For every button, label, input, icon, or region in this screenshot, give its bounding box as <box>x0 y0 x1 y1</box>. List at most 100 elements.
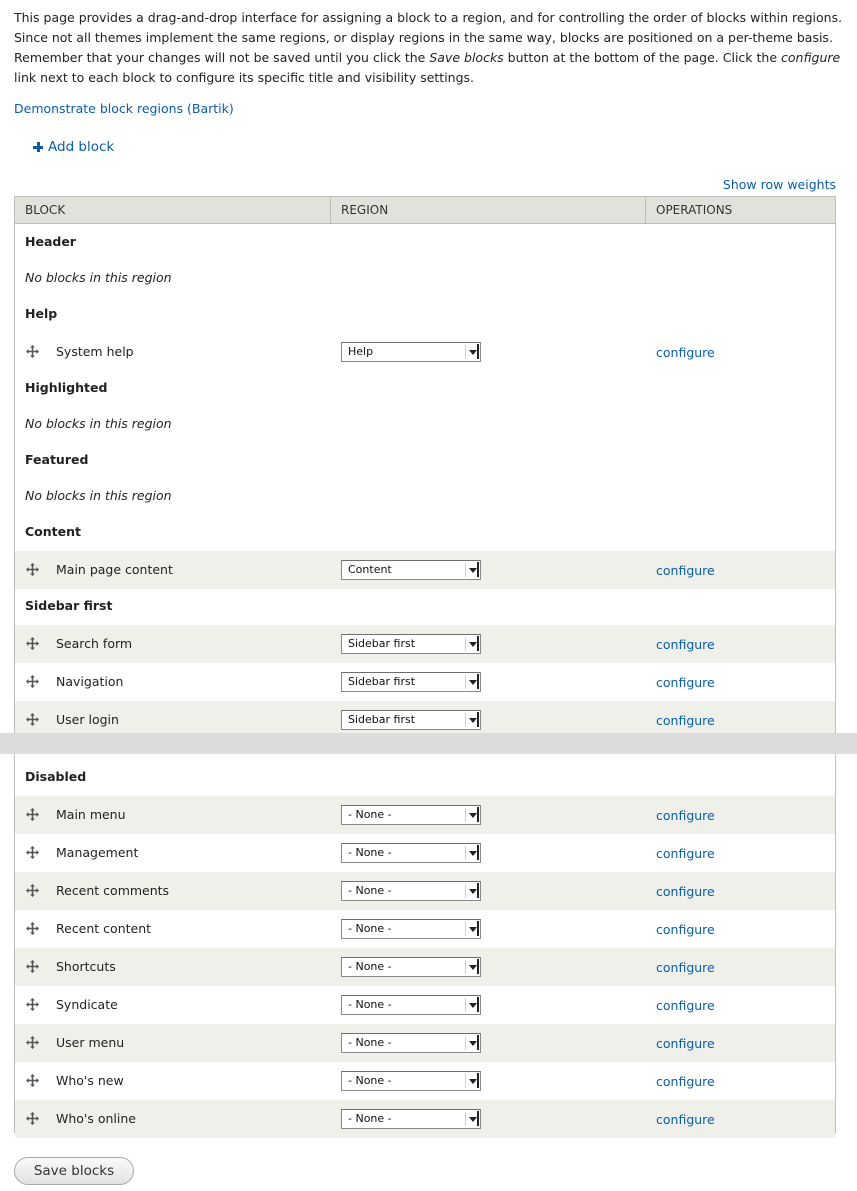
block-name: Recent content <box>56 921 152 936</box>
drag-handle-icon[interactable] <box>26 1074 39 1087</box>
configure-link[interactable]: configure <box>656 959 715 977</box>
region-title: Highlighted <box>25 380 108 395</box>
region-empty-message: No blocks in this region <box>25 270 172 285</box>
table-row: Main menu - None - configure <box>15 796 835 834</box>
table-row: Navigation Sidebar first configure <box>15 663 835 701</box>
region-select[interactable]: - None - <box>341 1071 481 1091</box>
region-select-value: Sidebar first <box>348 637 416 650</box>
region-empty-message: No blocks in this region <box>25 416 172 431</box>
block-name: Navigation <box>56 674 124 689</box>
drag-handle-icon[interactable] <box>26 998 39 1011</box>
plus-icon <box>33 142 43 152</box>
drag-handle-icon[interactable] <box>26 1036 39 1049</box>
region-select-value: Help <box>348 345 374 358</box>
add-block-link[interactable]: Add block <box>33 137 114 157</box>
region-select-value: - None - <box>348 1074 392 1087</box>
region-title: Help <box>25 306 58 321</box>
chevron-down-icon <box>465 636 479 651</box>
block-name: Who's online <box>56 1111 136 1126</box>
configure-link[interactable]: configure <box>656 674 715 692</box>
configure-link[interactable]: configure <box>656 636 715 654</box>
chevron-down-icon <box>465 1035 479 1050</box>
region-select[interactable]: Sidebar first <box>341 634 481 654</box>
table-row: Who's new - None - configure <box>15 1062 835 1100</box>
configure-link[interactable]: configure <box>656 1111 715 1129</box>
chevron-down-icon <box>465 1111 479 1126</box>
region-select[interactable]: - None - <box>341 919 481 939</box>
drag-handle-icon[interactable] <box>26 637 39 650</box>
configure-link[interactable]: configure <box>656 997 715 1015</box>
region-select-value: - None - <box>348 808 392 821</box>
drag-handle-icon[interactable] <box>26 960 39 973</box>
configure-link[interactable]: configure <box>656 883 715 901</box>
column-header-operations: OPERATIONS <box>656 203 733 217</box>
configure-link[interactable]: configure <box>656 344 715 362</box>
block-name: Recent comments <box>56 883 170 898</box>
table-row: System help Help configure <box>15 333 835 371</box>
drag-handle-icon[interactable] <box>26 675 39 688</box>
configure-link[interactable]: configure <box>656 1073 715 1091</box>
demonstrate-regions-link[interactable]: Demonstrate block regions (Bartik) <box>14 100 234 118</box>
drag-handle-icon[interactable] <box>26 1112 39 1125</box>
region-select[interactable]: Help <box>341 342 481 362</box>
table-header: BLOCK REGION OPERATIONS <box>15 197 835 224</box>
block-name: Shortcuts <box>56 959 116 974</box>
region-empty-message: No blocks in this region <box>25 488 172 503</box>
region-empty-row: No blocks in this region <box>15 261 835 297</box>
block-name: User menu <box>56 1035 125 1050</box>
region-title: Header <box>25 234 76 249</box>
chevron-down-icon <box>465 1073 479 1088</box>
region-select[interactable]: Sidebar first <box>341 710 481 730</box>
save-blocks-button[interactable]: Save blocks <box>14 1157 134 1185</box>
configure-link[interactable]: configure <box>656 1035 715 1053</box>
column-header-block: BLOCK <box>15 197 331 223</box>
region-title-row: Help <box>15 297 835 333</box>
region-title: Content <box>25 524 81 539</box>
drag-handle-icon[interactable] <box>26 846 39 859</box>
configure-link[interactable]: configure <box>656 807 715 825</box>
description-text: link next to each block to configure its… <box>14 70 475 85</box>
region-select-value: - None - <box>348 960 392 973</box>
page-description: This page provides a drag-and-drop inter… <box>14 8 844 88</box>
region-empty-row: No blocks in this region <box>15 407 835 443</box>
configure-link[interactable]: configure <box>656 562 715 580</box>
region-select[interactable]: - None - <box>341 1109 481 1129</box>
table-row: Recent comments - None - configure <box>15 872 835 910</box>
configure-link[interactable]: configure <box>656 921 715 939</box>
region-select[interactable]: - None - <box>341 957 481 977</box>
description-save-emphasis: Save blocks <box>429 50 504 65</box>
drag-handle-icon[interactable] <box>26 563 39 576</box>
drag-handle-icon[interactable] <box>26 713 39 726</box>
configure-link[interactable]: configure <box>656 712 715 730</box>
table-row: Who's online - None - configure <box>15 1100 835 1138</box>
chevron-down-icon <box>465 344 479 359</box>
drag-handle-icon[interactable] <box>26 884 39 897</box>
chevron-down-icon <box>465 562 479 577</box>
block-name: Main page content <box>56 562 173 577</box>
region-select-value: Sidebar first <box>348 713 416 726</box>
region-select[interactable]: - None - <box>341 995 481 1015</box>
drag-handle-icon[interactable] <box>26 922 39 935</box>
region-title-row: Highlighted <box>15 371 835 407</box>
drag-handle-icon[interactable] <box>26 345 39 358</box>
region-select[interactable]: - None - <box>341 805 481 825</box>
region-select[interactable]: Sidebar first <box>341 672 481 692</box>
region-select[interactable]: - None - <box>341 881 481 901</box>
block-name: Who's new <box>56 1073 124 1088</box>
region-select[interactable]: - None - <box>341 1033 481 1053</box>
region-title-row: Featured <box>15 443 835 479</box>
table-row: Management - None - configure <box>15 834 835 872</box>
block-name: System help <box>56 344 134 359</box>
region-select[interactable]: Content <box>341 560 481 580</box>
region-title: Featured <box>25 452 89 467</box>
chevron-down-icon <box>465 807 479 822</box>
region-select-value: - None - <box>348 884 392 897</box>
configure-link[interactable]: configure <box>656 845 715 863</box>
show-row-weights-link[interactable]: Show row weights <box>723 176 836 194</box>
table-row: Syndicate - None - configure <box>15 986 835 1024</box>
drag-handle-icon[interactable] <box>26 808 39 821</box>
chevron-down-icon <box>465 997 479 1012</box>
region-select-value: - None - <box>348 1112 392 1125</box>
region-select[interactable]: - None - <box>341 843 481 863</box>
region-select-value: - None - <box>348 1036 392 1049</box>
